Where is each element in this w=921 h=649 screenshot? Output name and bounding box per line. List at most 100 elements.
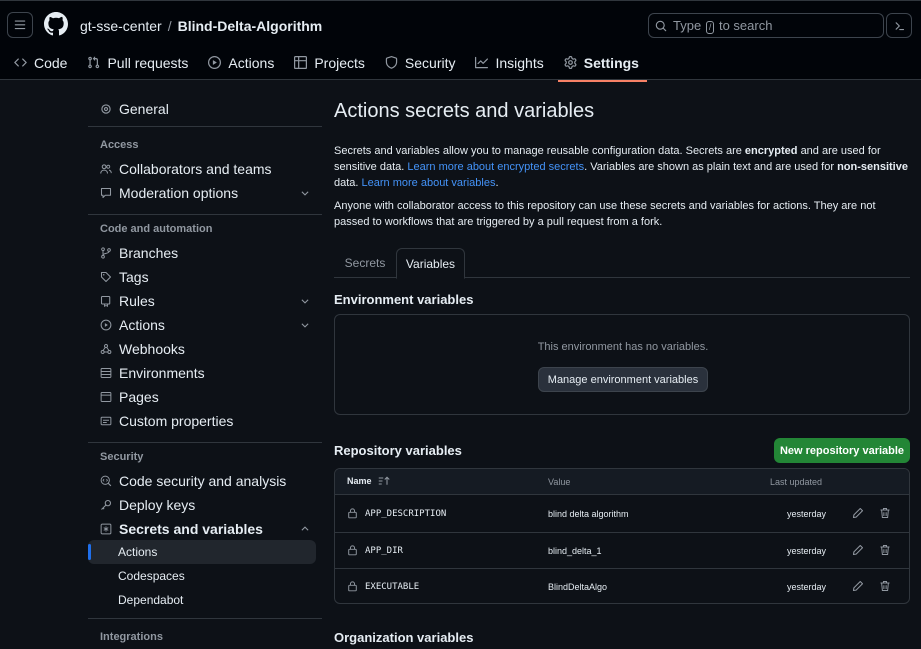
sidebar-item-label: Custom properties <box>119 413 234 429</box>
sidebar-item-collaborators[interactable]: Collaborators and teams <box>88 157 322 181</box>
menu-button[interactable] <box>7 12 33 38</box>
variable-updated: yesterday <box>787 582 827 592</box>
sidebar-item-label: Environments <box>119 365 205 381</box>
tab-variables[interactable]: Variables <box>396 248 465 279</box>
sidebar-item-actions[interactable]: Actions <box>88 313 322 337</box>
variable-value: blind_delta_1 <box>548 546 602 556</box>
tab-code[interactable]: Code <box>14 51 73 81</box>
sidebar-item-tags[interactable]: Tags <box>88 265 322 289</box>
learn-variables-link[interactable]: Learn more about variables <box>362 177 496 189</box>
breadcrumb-repo[interactable]: Blind-Delta-Algorithm <box>178 18 323 34</box>
pencil-icon[interactable] <box>852 507 864 519</box>
github-logo-icon[interactable] <box>44 12 68 36</box>
sidebar-item-label: Branches <box>119 245 179 261</box>
sidebar-item-pages[interactable]: Pages <box>88 385 322 409</box>
sidebar-item-secrets-variables[interactable]: Secrets and variables <box>88 517 322 541</box>
repo-variables-heading: Repository variables <box>334 443 462 458</box>
comment-icon <box>100 187 112 199</box>
search-placeholder: Type / to search <box>673 17 773 34</box>
sort-icon[interactable] <box>378 476 390 486</box>
git-branch-icon <box>100 247 112 259</box>
table-row: APP_DESCRIPTION blind delta algorithm ye… <box>335 496 909 532</box>
repo-push-icon <box>100 295 112 307</box>
sidebar-item-custom-properties[interactable]: Custom properties <box>88 409 322 433</box>
variable-name: EXECUTABLE <box>365 582 420 592</box>
sidebar-item-deploy-keys[interactable]: Deploy keys <box>88 493 322 517</box>
chevron-down-icon <box>300 320 310 330</box>
sidebar-subitem-dependabot[interactable]: Dependabot <box>88 588 316 612</box>
hamburger-icon <box>14 19 26 31</box>
tab-pull-requests[interactable]: Pull requests <box>87 51 194 81</box>
sidebar-heading-code: Code and automation <box>100 223 213 235</box>
pencil-icon[interactable] <box>852 544 864 556</box>
variable-name: APP_DESCRIPTION <box>365 509 447 519</box>
sidebar-item-webhooks[interactable]: Webhooks <box>88 337 322 361</box>
chevron-down-icon <box>300 188 310 198</box>
command-palette-button[interactable] <box>886 13 912 38</box>
sidebar-subitem-actions[interactable]: Actions <box>88 540 316 564</box>
sidebar-item-branches[interactable]: Branches <box>88 241 322 265</box>
key-asterisk-icon <box>100 523 112 535</box>
sidebar-item-general[interactable]: General <box>88 97 322 121</box>
terminal-icon <box>893 20 905 32</box>
trash-icon[interactable] <box>879 544 891 556</box>
env-variables-box: This environment has no variables. Manag… <box>334 314 910 415</box>
tag-icon <box>100 271 112 283</box>
sidebar-item-environments[interactable]: Environments <box>88 361 322 385</box>
tab-insights-label: Insights <box>495 55 544 71</box>
sidebar-divider <box>88 442 322 443</box>
variable-updated: yesterday <box>787 546 827 556</box>
note-icon <box>100 415 112 427</box>
sidebar-subitem-label: Dependabot <box>118 593 184 607</box>
trash-icon[interactable] <box>879 580 891 592</box>
tab-pull-requests-label: Pull requests <box>107 55 189 71</box>
lock-icon <box>347 544 358 556</box>
search-input[interactable]: Type / to search <box>648 13 884 38</box>
shield-icon <box>385 55 398 69</box>
sidebar-divider <box>88 126 322 127</box>
gear-icon <box>564 55 577 69</box>
tab-settings[interactable]: Settings <box>557 51 648 82</box>
intro-paragraph: Secrets and variables allow you to manag… <box>334 145 908 189</box>
sidebar-item-label: Moderation options <box>119 185 239 201</box>
tab-projects[interactable]: Projects <box>294 51 371 81</box>
lock-icon <box>347 580 358 592</box>
sidebar-item-label: Rules <box>119 293 155 309</box>
tab-secrets[interactable]: Secrets <box>334 248 396 278</box>
browser-icon <box>100 391 112 403</box>
repo-tabs: Code Pull requests Actions Projects Secu… <box>14 51 659 82</box>
new-repo-variable-button[interactable]: New repository variable <box>774 438 910 463</box>
sidebar-subitem-label: Actions <box>118 545 158 559</box>
pencil-icon[interactable] <box>852 580 864 592</box>
learn-secrets-link[interactable]: Learn more about encrypted secrets <box>407 161 584 173</box>
webhook-icon <box>100 343 112 355</box>
sidebar-heading-integrations: Integrations <box>100 631 163 643</box>
tab-settings-label: Settings <box>583 55 639 71</box>
page-title: Actions secrets and variables <box>334 100 595 122</box>
code-icon <box>14 55 27 69</box>
sidebar-divider <box>88 618 322 619</box>
tab-actions[interactable]: Actions <box>208 51 280 81</box>
play-icon <box>100 319 112 331</box>
sidebar-item-label: Webhooks <box>119 341 185 357</box>
tab-insights[interactable]: Insights <box>475 51 549 81</box>
table-row: APP_DIR blind_delta_1 yesterday <box>335 532 909 568</box>
table-icon <box>294 55 308 69</box>
sidebar-item-code-security[interactable]: Code security and analysis <box>88 469 322 493</box>
sidebar-subitem-codespaces[interactable]: Codespaces <box>88 564 316 588</box>
sidebar-item-rules[interactable]: Rules <box>88 289 322 313</box>
manage-env-variables-button[interactable]: Manage environment variables <box>538 367 708 392</box>
trash-icon[interactable] <box>879 507 891 519</box>
column-name[interactable]: Name <box>347 476 390 486</box>
variable-name: APP_DIR <box>365 546 403 556</box>
tab-security[interactable]: Security <box>385 51 462 81</box>
server-icon <box>100 367 112 379</box>
sidebar-item-label: Actions <box>119 317 165 333</box>
breadcrumb-owner[interactable]: gt-sse-center <box>80 18 162 34</box>
sidebar-item-moderation[interactable]: Moderation options <box>88 181 322 205</box>
play-icon <box>208 55 222 69</box>
env-variables-heading: Environment variables <box>334 292 474 307</box>
breadcrumb-separator: / <box>167 18 172 34</box>
tab-actions-label: Actions <box>228 55 275 71</box>
access-note: Anyone with collaborator access to this … <box>334 200 876 228</box>
